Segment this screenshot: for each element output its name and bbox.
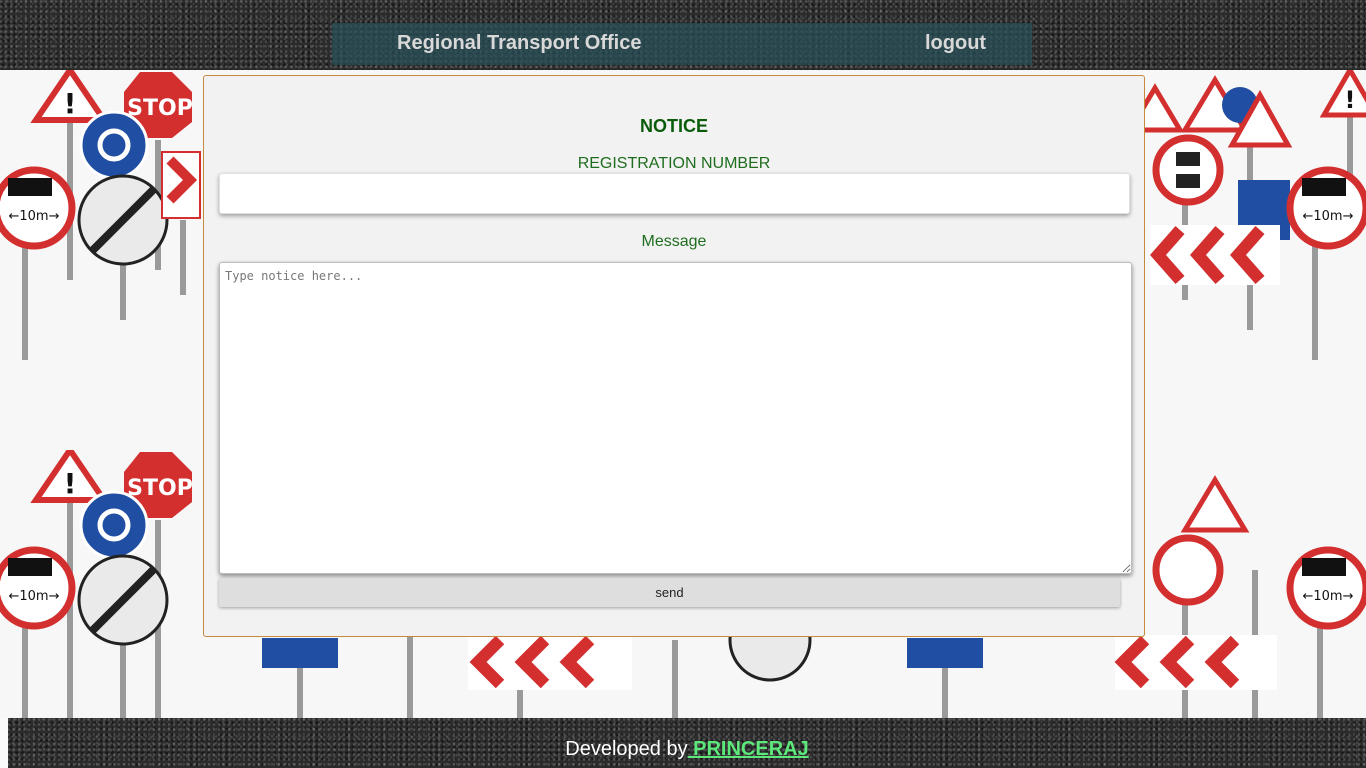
- svg-text:STOP: STOP: [127, 96, 193, 121]
- top-navbar: Regional Transport Office logout: [332, 23, 1032, 65]
- registration-number-label: REGISTRATION NUMBER: [577, 155, 771, 172]
- svg-text:!: !: [64, 87, 77, 120]
- road-signs-illustration-right: ←10m→ !: [1140, 70, 1366, 360]
- road-signs-tile-right: ←10m→ !: [1140, 70, 1366, 400]
- svg-text:←10m→: ←10m→: [1303, 589, 1354, 604]
- svg-text:!: !: [64, 467, 77, 500]
- svg-text:←10m→: ←10m→: [1303, 209, 1354, 224]
- warning-sign-icon: [1140, 83, 1185, 133]
- footer-prefix: Developed by: [565, 738, 688, 760]
- roundabout-sign-icon: [79, 110, 149, 180]
- send-button[interactable]: send: [219, 578, 1120, 607]
- footer-credit: Developed by PRINCERAJ: [8, 738, 1366, 761]
- author-link[interactable]: PRINCERAJ: [688, 738, 809, 760]
- registration-number-input[interactable]: [219, 173, 1130, 214]
- svg-text:←10m→: ←10m→: [9, 589, 60, 604]
- svg-text:←10m→: ←10m→: [9, 209, 60, 224]
- svg-text:STOP: STOP: [127, 476, 193, 501]
- children-crossing-sign-icon: [1180, 475, 1250, 533]
- no-overtaking-sign-icon: [1152, 134, 1224, 206]
- roundabout-sign-icon: [79, 490, 149, 560]
- no-overtaking-sign-icon: [1152, 534, 1224, 606]
- svg-text:!: !: [1345, 86, 1356, 114]
- message-textarea[interactable]: [219, 262, 1132, 574]
- message-label: Message: [641, 233, 707, 250]
- site-title-link[interactable]: Regional Transport Office: [397, 32, 641, 55]
- form-title: NOTICE: [639, 116, 708, 136]
- logout-link[interactable]: logout: [925, 32, 986, 55]
- notice-form: NOTICE REGISTRATION NUMBER Message send: [203, 75, 1145, 637]
